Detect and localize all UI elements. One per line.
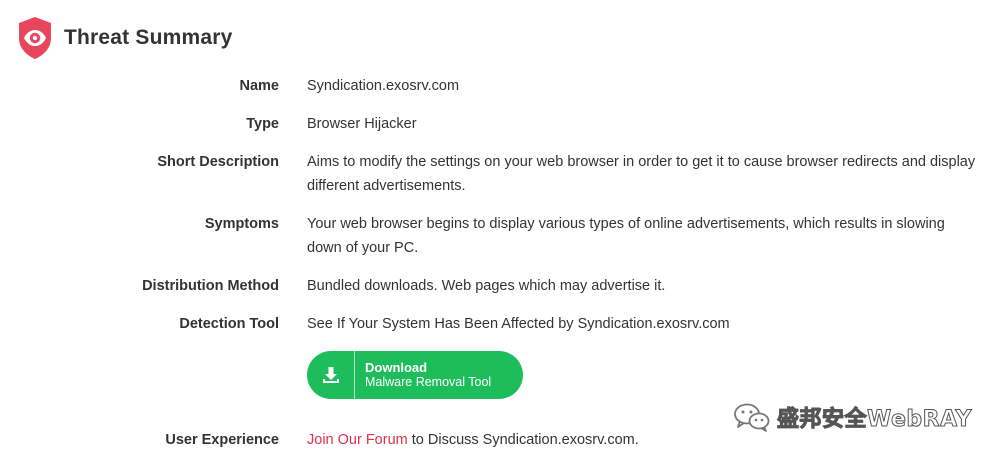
- section-header: Threat Summary: [17, 16, 233, 60]
- row-value: See If Your System Has Been Affected by …: [307, 316, 730, 332]
- row-value: Bundled downloads. Web pages which may a…: [307, 278, 666, 294]
- download-button-line1: Download: [365, 360, 428, 375]
- download-icon-container: [307, 351, 355, 399]
- download-button-text: Download Malware Removal Tool: [355, 360, 492, 390]
- row-label: Detection Tool: [179, 316, 279, 332]
- row-value: Join Our Forum to Discuss Syndication.ex…: [307, 428, 997, 452]
- row-value: Your web browser begins to display vario…: [307, 216, 945, 256]
- row-value: Syndication.exosrv.com: [307, 78, 460, 94]
- row-value: Browser Hijacker: [307, 116, 417, 132]
- download-icon: [322, 367, 339, 383]
- row-label: User Experience: [165, 432, 279, 448]
- join-forum-link[interactable]: Join Our Forum: [307, 432, 408, 448]
- row-value: Aims to modify the settings on your web …: [307, 154, 976, 194]
- download-malware-removal-tool-button[interactable]: Download Malware Removal Tool: [307, 351, 523, 399]
- row-label: Type: [246, 116, 279, 132]
- eye-shield-icon: [19, 17, 51, 59]
- row-label: Name: [239, 78, 280, 94]
- download-button-line2: Malware Removal Tool: [365, 375, 492, 389]
- row-label: Distribution Method: [142, 278, 279, 294]
- row-label: Symptoms: [204, 216, 279, 232]
- row-label: Short Description: [157, 154, 279, 170]
- row-value-suffix: to Discuss Syndication.exosrv.com.: [407, 432, 639, 448]
- page-title: Threat Summary: [64, 26, 233, 49]
